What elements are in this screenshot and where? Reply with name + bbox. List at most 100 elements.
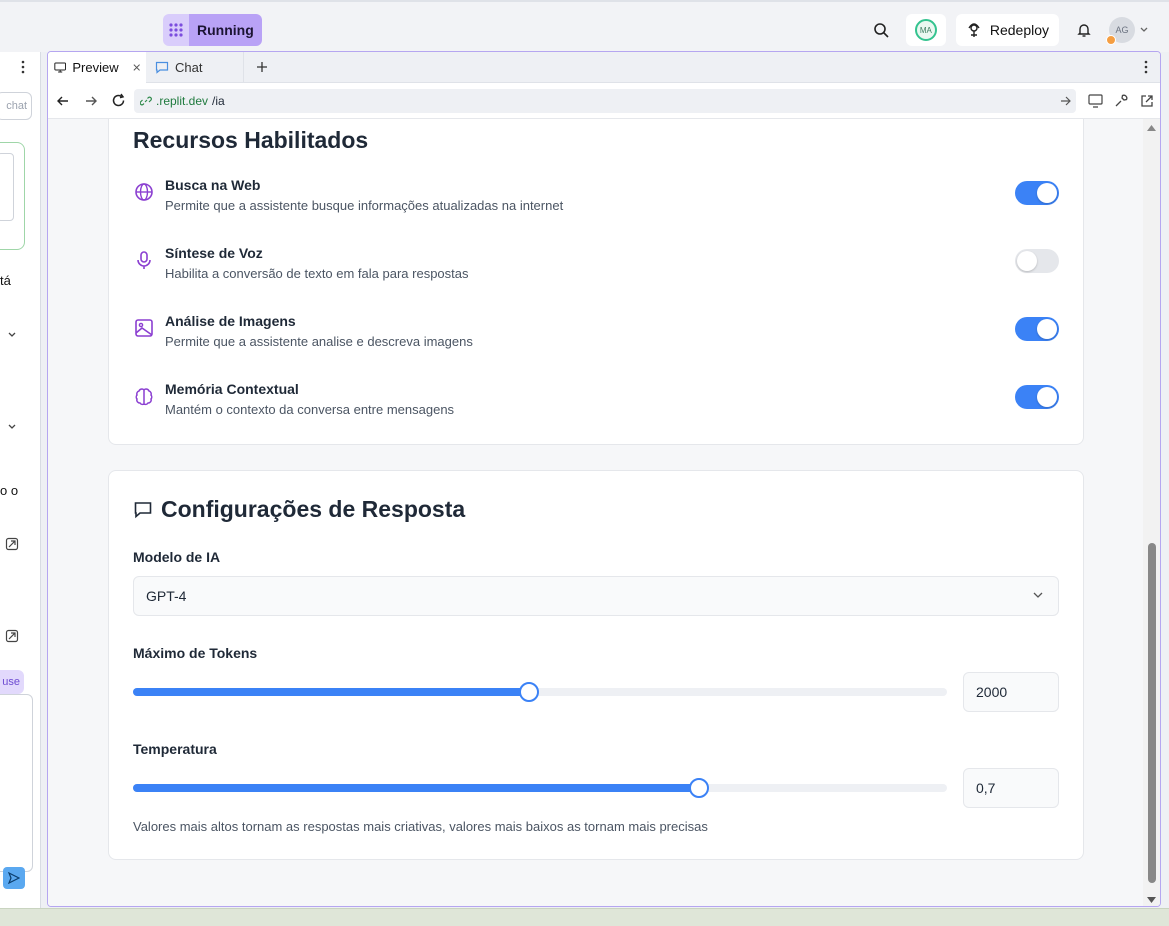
user-avatar: AG <box>1106 17 1135 45</box>
bell-icon <box>1077 24 1091 37</box>
panel-card-inner <box>0 153 14 221</box>
image-icon <box>135 319 153 337</box>
redeploy-label: Redeploy <box>989 22 1049 38</box>
toggle-knob <box>1037 183 1057 203</box>
response-settings-card: Configurações de Resposta Modelo de IA G… <box>108 470 1084 860</box>
user-menu-button[interactable]: AG <box>1106 17 1149 45</box>
back-arrow-icon[interactable] <box>56 94 70 108</box>
response-card-title: Configurações de Resposta <box>161 496 466 522</box>
redeploy-button[interactable]: Redeploy <box>955 14 1059 46</box>
url-field[interactable]: .replit.dev/ia <box>134 89 1076 113</box>
scrollbar[interactable] <box>1143 119 1160 906</box>
feature-title: Busca na Web <box>165 177 261 193</box>
tab-preview-label: Preview <box>72 60 119 75</box>
run-status-icon <box>163 14 189 46</box>
collaborator-button[interactable]: MA <box>905 14 946 46</box>
model-select[interactable]: GPT-4 <box>133 576 1059 616</box>
feature-description: Permite que a assistente analise e descr… <box>165 334 473 349</box>
response-card-header: Configurações de Resposta <box>133 496 465 523</box>
globe-icon <box>135 183 153 201</box>
scroll-down-icon[interactable] <box>1146 896 1157 904</box>
feature-row-image-analysis: Análise de Imagens Permite que a assiste… <box>133 313 1059 361</box>
feature-description: Mantém o contexto da conversa entre mens… <box>165 402 455 417</box>
microphone-icon <box>137 251 151 269</box>
chevron-down-icon[interactable] <box>7 330 17 340</box>
pause-button[interactable]: use <box>0 670 24 694</box>
open-external-icon[interactable] <box>5 537 19 551</box>
add-tab-icon[interactable] <box>256 61 268 73</box>
max-tokens-input[interactable]: 2000 <box>963 672 1059 712</box>
tab-preview[interactable]: Preview <box>48 52 146 83</box>
scrollbar-thumb[interactable] <box>1148 543 1156 883</box>
feature-row-context-memory: Memória Contextual Mantém o contexto da … <box>133 381 1059 429</box>
web-search-toggle[interactable] <box>1015 181 1059 205</box>
voice-synthesis-toggle[interactable] <box>1015 249 1059 273</box>
brain-icon <box>135 388 153 406</box>
feature-title: Síntese de Voz <box>165 245 263 261</box>
left-panel: chat tá o o use <box>0 52 41 908</box>
wrench-icon[interactable] <box>1114 94 1128 108</box>
link-icon <box>140 96 152 106</box>
more-vertical-icon[interactable] <box>1144 60 1148 74</box>
run-status-button[interactable]: Running <box>163 14 262 46</box>
text-fragment: o o <box>0 483 19 498</box>
top-actions: MA Redeploy AG <box>866 14 1149 46</box>
reload-icon[interactable] <box>111 93 126 108</box>
url-domain: .replit.dev <box>156 94 209 108</box>
close-icon[interactable] <box>133 63 140 72</box>
send-icon <box>8 872 20 884</box>
tab-chat[interactable]: Chat <box>149 52 244 83</box>
features-card-title: Recursos Habilitados <box>133 127 369 153</box>
slider-handle[interactable] <box>519 682 540 702</box>
new-chat-button[interactable]: chat <box>0 92 32 120</box>
chevron-down-icon <box>1033 592 1043 598</box>
forward-arrow-icon[interactable] <box>84 94 98 108</box>
feature-title: Análise de Imagens <box>165 313 296 329</box>
context-memory-toggle[interactable] <box>1015 385 1059 409</box>
scroll-up-icon[interactable] <box>1146 124 1157 132</box>
temperature-slider[interactable] <box>133 778 947 798</box>
tab-bar: Preview Chat <box>48 52 1160 83</box>
toggle-knob <box>1037 387 1057 407</box>
user-initials: AG <box>1115 25 1129 35</box>
search-icon <box>874 23 889 38</box>
status-dot <box>1106 35 1116 45</box>
model-select-value: GPT-4 <box>146 588 187 604</box>
collaborator-avatar: MA <box>914 19 937 41</box>
toggle-knob <box>1017 251 1037 271</box>
search-button[interactable] <box>866 15 896 45</box>
slider-handle[interactable] <box>688 778 709 798</box>
chevron-down-icon[interactable] <box>7 422 17 432</box>
temperature-label: Temperatura <box>133 741 217 757</box>
features-card: Recursos Habilitados Busca na Web Permit… <box>108 119 1084 445</box>
temperature-hint: Valores mais altos tornam as respostas m… <box>133 819 708 834</box>
send-button[interactable] <box>3 867 25 889</box>
go-arrow-icon[interactable] <box>1060 96 1071 106</box>
text-fragment: tá <box>0 273 11 288</box>
preview-pane: Preview Chat .replit.dev/ia Recursos Hab… <box>47 51 1161 907</box>
notifications-button[interactable] <box>1069 15 1099 45</box>
temperature-input[interactable]: 0,7 <box>963 768 1059 808</box>
more-vertical-icon[interactable] <box>20 60 26 74</box>
panel-card <box>0 142 25 250</box>
image-analysis-toggle[interactable] <box>1015 317 1059 341</box>
device-icon[interactable] <box>1088 94 1103 108</box>
open-new-window-icon[interactable] <box>1140 94 1154 108</box>
feature-row-voice-synthesis: Síntese de Voz Habilita a conversão de t… <box>133 245 1059 293</box>
slider-fill <box>133 688 530 696</box>
app-content: Recursos Habilitados Busca na Web Permit… <box>48 119 1145 906</box>
top-bar: Running MA Redeploy AG <box>0 0 1169 52</box>
url-path: /ia <box>212 94 225 108</box>
taskbar <box>0 908 1169 926</box>
chat-input-box[interactable] <box>0 694 33 872</box>
tab-chat-label: Chat <box>175 60 203 75</box>
chat-bubble-icon <box>155 61 169 74</box>
slider-fill <box>133 784 699 792</box>
new-chat-label: chat <box>6 100 27 112</box>
feature-description: Permite que a assistente busque informaç… <box>165 198 564 213</box>
model-label: Modelo de IA <box>133 549 221 565</box>
open-external-icon[interactable] <box>5 629 19 643</box>
toggle-knob <box>1037 319 1057 339</box>
max-tokens-slider[interactable] <box>133 682 947 702</box>
run-status-label: Running <box>189 14 262 46</box>
